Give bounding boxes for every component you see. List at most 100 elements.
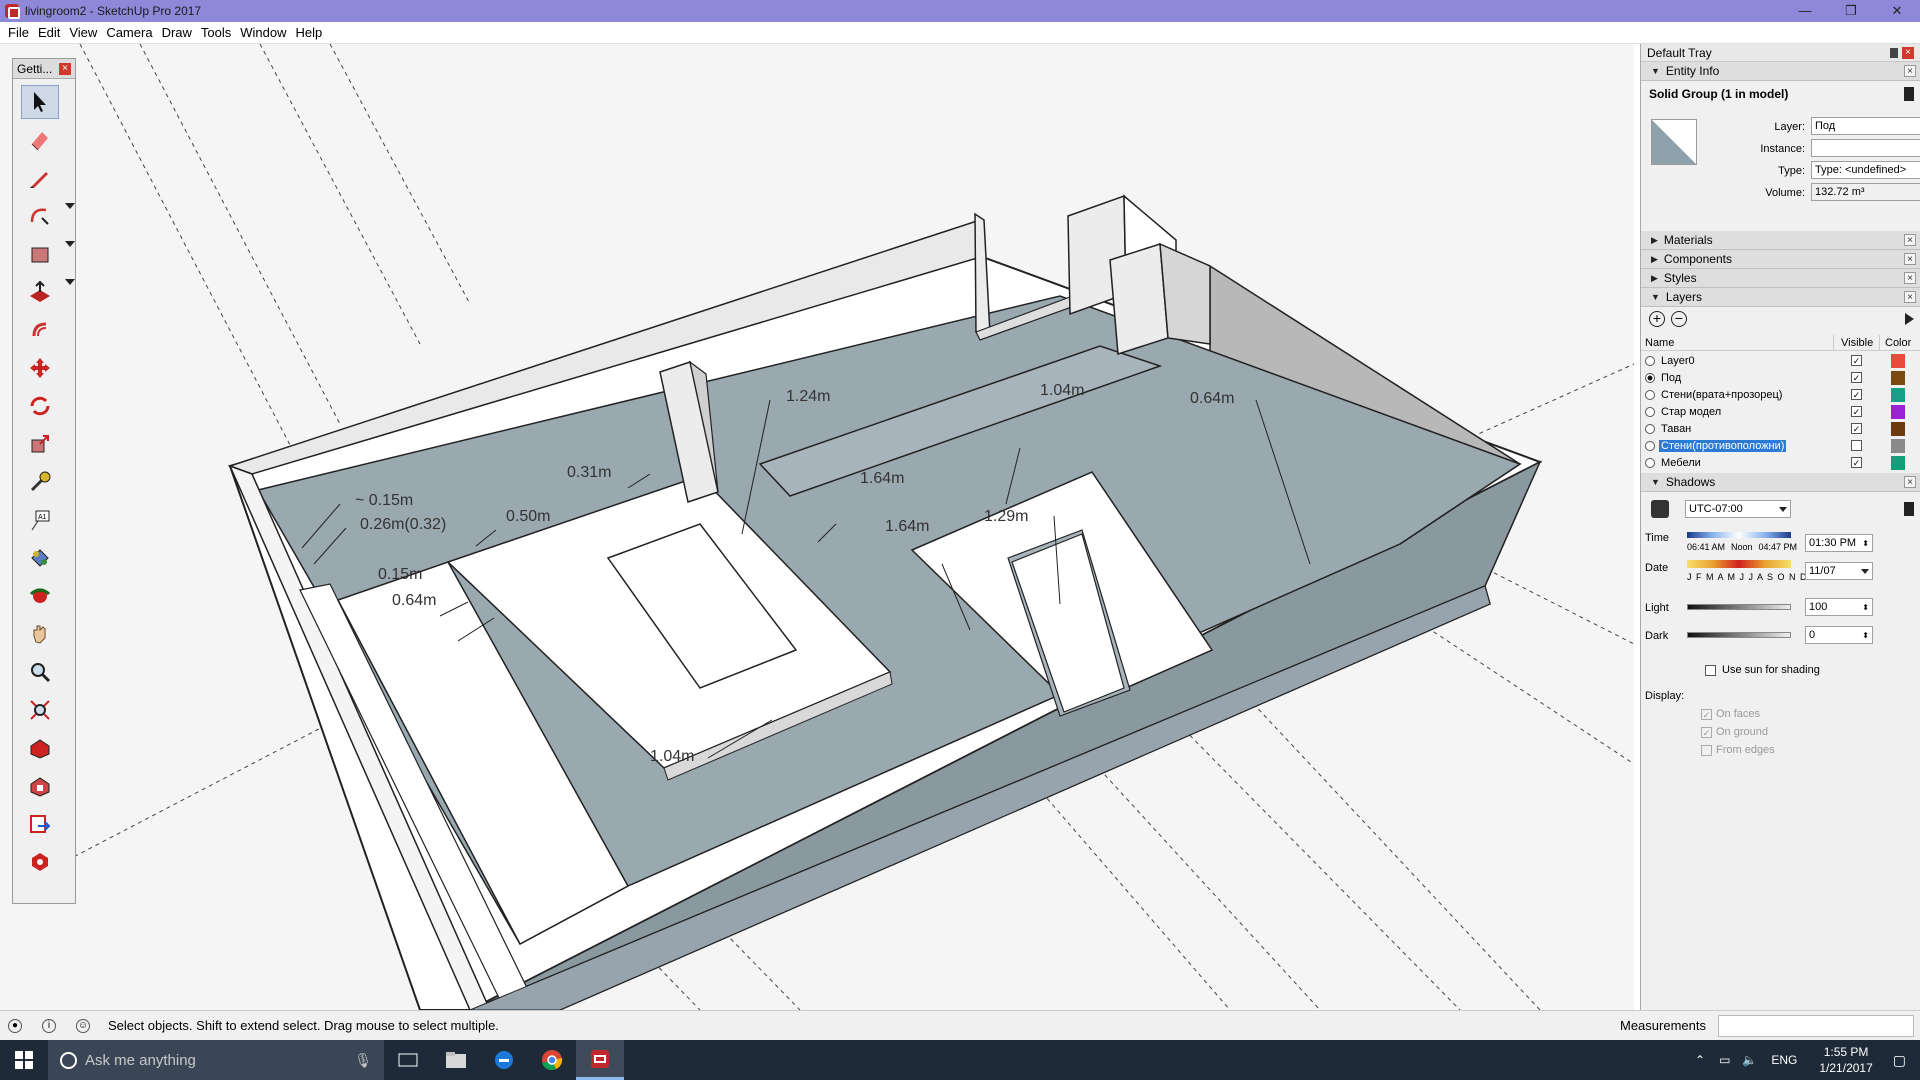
zoom-extents-tool-button[interactable]	[21, 693, 59, 727]
layer-visible-checkbox[interactable]	[1851, 440, 1862, 451]
menu-draw[interactable]: Draw	[162, 25, 201, 40]
panel-close-icon[interactable]: ×	[1904, 65, 1916, 77]
layer-active-radio[interactable]	[1645, 356, 1655, 366]
delete-layer-icon[interactable]: −	[1671, 311, 1687, 327]
clock[interactable]: 1:55 PM 1/21/2017	[1819, 1044, 1872, 1076]
info-icon[interactable]: i	[42, 1018, 56, 1033]
layer-row[interactable]: Стени(противоположни)	[1641, 438, 1920, 455]
push-pull-tool-button[interactable]	[21, 275, 59, 309]
move-tool-button[interactable]	[21, 351, 59, 385]
layer-active-radio[interactable]	[1645, 390, 1655, 400]
on-faces-checkbox[interactable]: ✓	[1701, 708, 1712, 720]
notifications-icon[interactable]: ▢	[1893, 1052, 1906, 1069]
from-edges-checkbox[interactable]	[1701, 744, 1712, 756]
menu-view[interactable]: View	[69, 25, 106, 40]
layer-visible-checkbox[interactable]: ✓	[1851, 457, 1862, 468]
close-button[interactable]: ✕	[1874, 0, 1920, 22]
language-indicator[interactable]: ENG	[1771, 1053, 1797, 1067]
time-slider[interactable]	[1687, 532, 1791, 538]
type-select[interactable]: Type: <undefined>	[1811, 161, 1920, 179]
panel-close-icon[interactable]: ×	[1904, 253, 1916, 265]
add-layer-icon[interactable]: +	[1649, 311, 1665, 327]
extension-manager-tool-button[interactable]	[21, 845, 59, 879]
layer-details-icon[interactable]	[1905, 313, 1914, 325]
send-to-layout-tool-button[interactable]	[21, 807, 59, 841]
layer-color-swatch[interactable]	[1891, 371, 1905, 385]
entity-info-panel-header[interactable]: ▼ Entity Info ×	[1641, 62, 1920, 81]
components-panel-header[interactable]: ▶ Components ×	[1641, 250, 1920, 269]
shape-tool-dropdown-icon[interactable]	[65, 279, 75, 285]
orbit-tool-button[interactable]	[21, 579, 59, 613]
sketchup-taskbar-button[interactable]	[576, 1040, 624, 1080]
pin-icon[interactable]	[1890, 47, 1898, 58]
rotate-tool-button[interactable]	[21, 389, 59, 423]
layer-row[interactable]: Под ✓	[1641, 370, 1920, 387]
material-swatch[interactable]	[1651, 119, 1697, 165]
layer-active-radio[interactable]	[1645, 407, 1655, 417]
task-view-button[interactable]	[384, 1040, 432, 1080]
panel-close-icon[interactable]: ×	[1904, 234, 1916, 246]
layer-color-swatch[interactable]	[1891, 405, 1905, 419]
layer-row[interactable]: Таван ✓	[1641, 421, 1920, 438]
select-tool-button[interactable]	[21, 85, 59, 119]
layer-active-radio[interactable]	[1645, 373, 1655, 383]
layer-visible-checkbox[interactable]: ✓	[1851, 355, 1862, 366]
use-sun-checkbox[interactable]	[1705, 664, 1716, 676]
offset-tool-button[interactable]	[21, 313, 59, 347]
volume-icon[interactable]: 🔈	[1742, 1053, 1757, 1067]
measurements-input[interactable]	[1718, 1014, 1914, 1037]
arc-tool-dropdown-icon[interactable]	[65, 241, 75, 247]
layer-row[interactable]: Стар модел ✓	[1641, 404, 1920, 421]
start-button[interactable]	[0, 1040, 48, 1080]
layer-color-swatch[interactable]	[1891, 354, 1905, 368]
eraser-tool-button[interactable]	[21, 123, 59, 157]
layer-row[interactable]: Layer0 ✓	[1641, 353, 1920, 370]
menu-edit[interactable]: Edit	[38, 25, 69, 40]
layer-active-radio[interactable]	[1645, 424, 1655, 434]
arc-tool-button[interactable]	[21, 199, 59, 233]
materials-panel-header[interactable]: ▶ Materials ×	[1641, 231, 1920, 250]
restore-button[interactable]: ❐	[1828, 0, 1874, 22]
instance-input[interactable]	[1811, 139, 1920, 157]
layer-active-radio[interactable]	[1645, 458, 1655, 468]
extension-warehouse-tool-button[interactable]	[21, 769, 59, 803]
menu-camera[interactable]: Camera	[106, 25, 161, 40]
geolocation-icon[interactable]: ●	[8, 1018, 22, 1033]
timezone-select[interactable]: UTC-07:00	[1685, 500, 1791, 518]
details-toggle-icon[interactable]	[1904, 87, 1914, 101]
layers-panel-header[interactable]: ▼ Layers ×	[1641, 288, 1920, 307]
layer-visible-checkbox[interactable]: ✓	[1851, 372, 1862, 383]
network-icon[interactable]: ▭	[1719, 1053, 1730, 1067]
paint-bucket-tool-button[interactable]	[21, 541, 59, 575]
menu-file[interactable]: File	[8, 25, 38, 40]
zoom-tool-button[interactable]	[21, 655, 59, 689]
3d-warehouse-tool-button[interactable]	[21, 731, 59, 765]
shadows-panel-header[interactable]: ▼ Shadows ×	[1641, 473, 1920, 492]
minimize-button[interactable]: —	[1782, 0, 1828, 22]
panel-close-icon[interactable]: ×	[1904, 272, 1916, 284]
time-input[interactable]: 01:30 PM ⬍	[1805, 534, 1873, 552]
model-viewport[interactable]: 1.24m 1.04m 0.64m 0.31m ~ 0.15m 0.26m(0.…	[0, 44, 1634, 1010]
layer-visible-checkbox[interactable]: ✓	[1851, 389, 1862, 400]
microphone-icon[interactable]: 🎙	[354, 1052, 372, 1069]
layer-color-swatch[interactable]	[1891, 456, 1905, 470]
shadow-details-icon[interactable]	[1904, 502, 1914, 516]
date-slider[interactable]	[1687, 560, 1791, 568]
tray-close-icon[interactable]: ×	[1902, 46, 1914, 59]
light-input[interactable]: 100 ⬍	[1805, 598, 1873, 616]
text-tool-button[interactable]: A1	[21, 503, 59, 537]
chrome-browser-button[interactable]	[528, 1040, 576, 1080]
date-input[interactable]: 11/07	[1805, 562, 1873, 580]
shape-tool-button[interactable]	[21, 237, 59, 271]
scale-tool-button[interactable]	[21, 427, 59, 461]
styles-panel-header[interactable]: ▶ Styles ×	[1641, 269, 1920, 288]
menu-help[interactable]: Help	[296, 25, 332, 40]
layer-visible-checkbox[interactable]: ✓	[1851, 406, 1862, 417]
pan-tool-button[interactable]	[21, 617, 59, 651]
panel-close-icon[interactable]: ×	[1904, 291, 1916, 303]
dark-slider[interactable]	[1687, 632, 1791, 638]
layer-color-swatch[interactable]	[1891, 439, 1905, 453]
layer-row[interactable]: Стени(врата+прозорец) ✓	[1641, 387, 1920, 404]
layer-active-radio[interactable]	[1645, 441, 1655, 451]
layer-row[interactable]: Мебели ✓	[1641, 455, 1920, 472]
